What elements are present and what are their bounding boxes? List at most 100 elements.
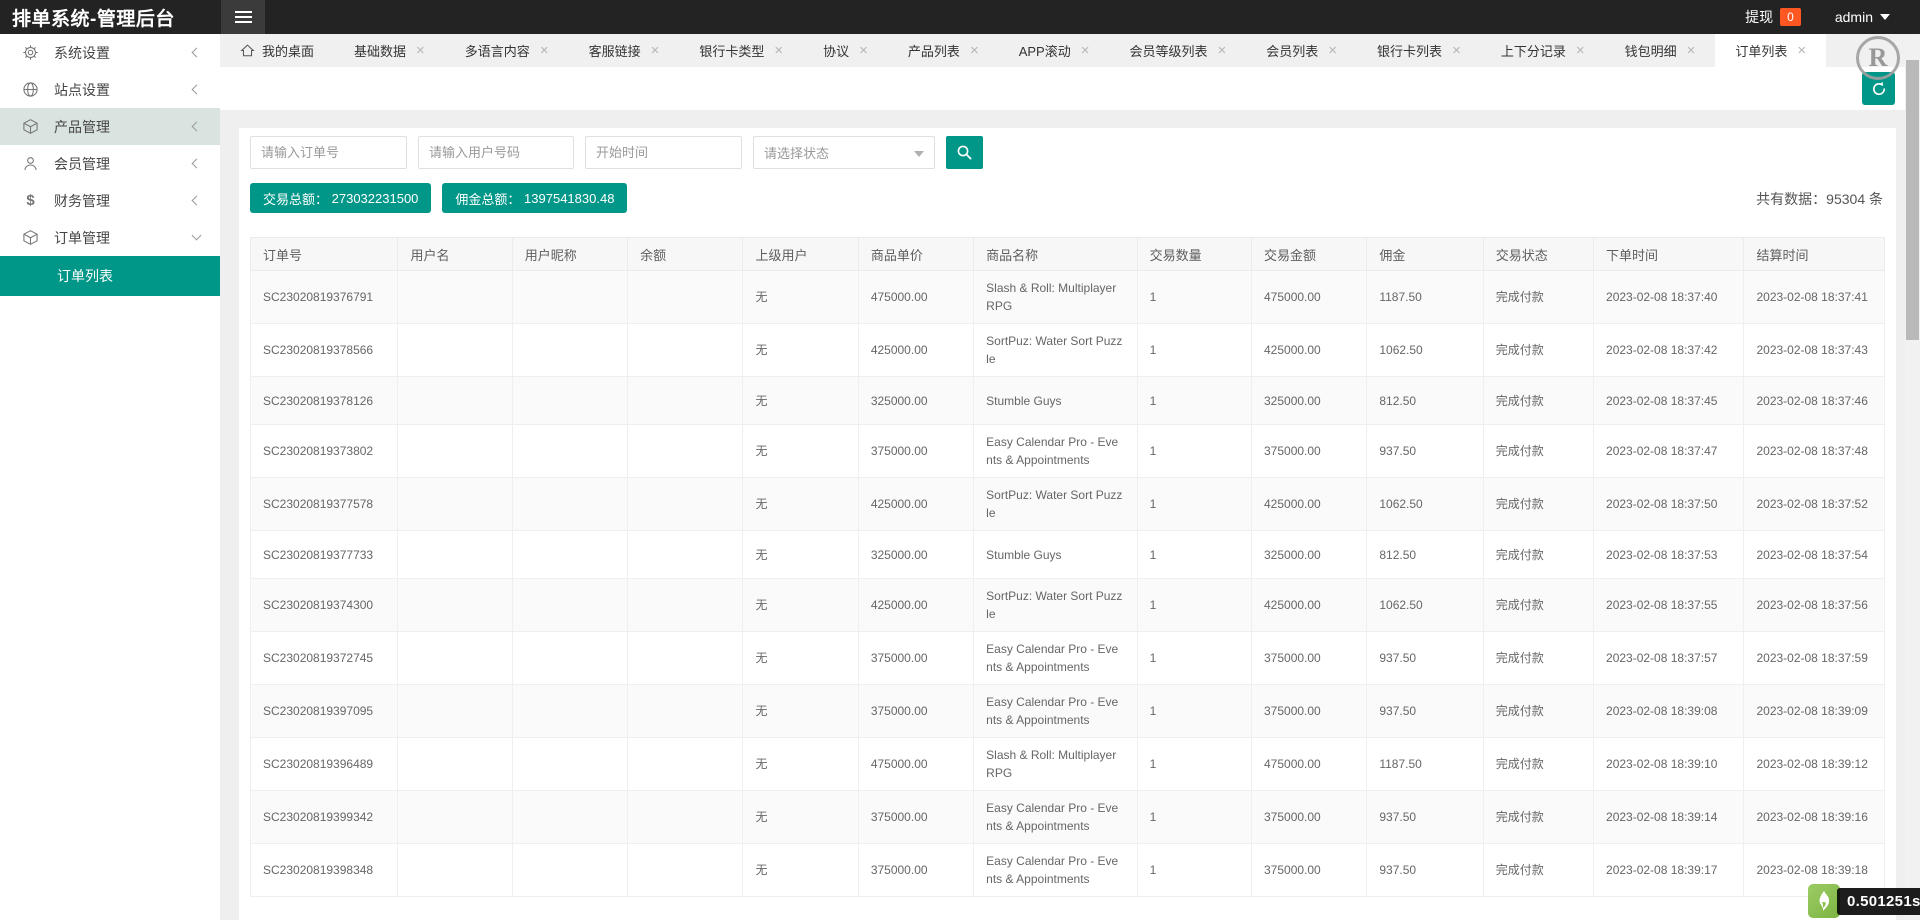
table-cell: SC23020819396489 [249, 737, 399, 791]
table-cell: 完成付款 [1482, 843, 1595, 897]
chevron-left-icon [191, 47, 202, 58]
table-cell [511, 376, 629, 425]
table-cell: 937.50 [1366, 684, 1484, 738]
table-cell: Easy Calendar Pro - Events & Appointment… [973, 631, 1138, 685]
tab-1[interactable]: 基础数据 × [334, 34, 445, 67]
commission-total-label: 佣金总额： [455, 191, 521, 207]
close-icon[interactable]: × [416, 43, 425, 58]
tab-label: 我的桌面 [262, 44, 315, 59]
app-title: 排单系统-管理后台 [12, 8, 175, 30]
table-cell: 完成付款 [1482, 270, 1595, 324]
close-icon[interactable]: × [651, 43, 660, 58]
sidebar-item-label: 产品管理 [54, 118, 110, 135]
scrollbar-thumb[interactable] [1906, 60, 1919, 340]
sidebar-item-5[interactable]: 订单管理 [0, 219, 220, 256]
caret-down-icon [1880, 14, 1890, 20]
tab-12[interactable]: 钱包明细 × [1605, 34, 1716, 67]
table-cell [511, 684, 629, 738]
table-cell: Stumble Guys [973, 376, 1138, 425]
close-icon[interactable]: × [1452, 43, 1461, 58]
sidebar-item-0[interactable]: 系统设置 [0, 34, 220, 71]
table-cell: SC23020819372745 [249, 631, 399, 685]
tab-2[interactable]: 多语言内容 × [445, 34, 569, 67]
close-icon[interactable]: × [1218, 43, 1227, 58]
table-cell: 1 [1136, 323, 1253, 377]
start-time-input[interactable] [585, 136, 742, 169]
tab-0[interactable]: 我的桌面 [220, 34, 334, 67]
tab-label: 多语言内容 [464, 44, 530, 59]
table-cell [627, 530, 744, 579]
table-cell: SC23020819373802 [249, 424, 399, 478]
sidebar-item-4[interactable]: $ 财务管理 [0, 182, 220, 219]
tab-8[interactable]: 会员等级列表 × [1109, 34, 1246, 67]
table-cell: 无 [742, 376, 859, 425]
thinkphp-logo-icon [1808, 884, 1840, 918]
table-cell: 325000.00 [1250, 376, 1368, 425]
table-cell [511, 578, 629, 632]
close-icon[interactable]: × [1797, 43, 1806, 58]
tab-6[interactable]: 产品列表 × [888, 34, 999, 67]
table-row: SC23020819378126 无 325000.00 Stumble Guys 1 3… [249, 376, 1885, 425]
tab-4[interactable]: 银行卡类型 × [679, 34, 803, 67]
tab-11[interactable]: 上下分记录 × [1481, 34, 1605, 67]
table-cell: 1 [1136, 631, 1253, 685]
tab-label: 订单列表 [1735, 44, 1788, 59]
close-icon[interactable]: × [859, 43, 868, 58]
table-cell [397, 530, 513, 579]
search-button[interactable] [946, 136, 983, 169]
tab-7[interactable]: APP滚动 × [999, 34, 1110, 67]
table-cell: 无 [742, 790, 859, 844]
close-icon[interactable]: × [540, 43, 549, 58]
filter-row: 请选择状态 [250, 136, 1885, 169]
scrollbar-track[interactable] [1905, 34, 1920, 920]
table-cell [511, 424, 629, 478]
sidebar-item-label: 站点设置 [54, 81, 110, 98]
close-icon[interactable]: × [970, 43, 979, 58]
table-cell: 1 [1136, 843, 1253, 897]
table-cell: 完成付款 [1482, 323, 1595, 377]
table-cell: 812.50 [1366, 376, 1484, 425]
close-icon[interactable]: × [1081, 43, 1090, 58]
table-cell [397, 376, 513, 425]
withdraw-menu[interactable]: 提现 0 [1745, 7, 1801, 27]
sidebar-item-2[interactable]: 产品管理 [0, 108, 220, 145]
table-cell: Easy Calendar Pro - Events & Appointment… [973, 843, 1138, 897]
table-cell [397, 684, 513, 738]
column-header: 余额 [627, 237, 744, 271]
table-cell: 完成付款 [1482, 530, 1595, 579]
status-select[interactable]: 请选择状态 [753, 136, 935, 169]
order-number-input[interactable] [250, 136, 407, 169]
close-icon[interactable]: × [774, 43, 783, 58]
chevron-down-icon [914, 151, 924, 157]
table-row: SC23020819377733 无 325000.00 Stumble Guys 1 3… [249, 530, 1885, 579]
tab-10[interactable]: 银行卡列表 × [1357, 34, 1481, 67]
sidebar-item-3[interactable]: 会员管理 [0, 145, 220, 182]
close-icon[interactable]: × [1576, 43, 1585, 58]
sidebar-item-1[interactable]: 站点设置 [0, 71, 220, 108]
tab-5[interactable]: 协议 × [803, 34, 888, 67]
table-cell [511, 477, 629, 531]
user-number-input[interactable] [418, 136, 574, 169]
table-row: SC23020819398348 无 375000.00 Easy Calendar … [249, 843, 1885, 897]
orders-table: 订单号 用户名 用户昵称 余额 上级用户 商品单价 商品名称 交易数量 交易金额 佣金 交易状态 下单… [249, 237, 1885, 897]
table-cell: SC23020819399342 [249, 790, 399, 844]
tab-9[interactable]: 会员列表 × [1246, 34, 1357, 67]
tab-3[interactable]: 客服链接 × [569, 34, 680, 67]
hamburger-menu-icon[interactable] [221, 0, 265, 34]
table-cell: 475000.00 [1250, 737, 1368, 791]
admin-username: admin [1834, 9, 1873, 25]
close-icon[interactable]: × [1687, 43, 1696, 58]
close-icon[interactable]: × [1328, 43, 1337, 58]
table-cell: 2023-02-08 18:37:57 [1593, 631, 1745, 685]
tab-label: 协议 [823, 44, 850, 59]
admin-dropdown[interactable]: admin [1835, 9, 1890, 25]
table-cell: 无 [742, 843, 859, 897]
table-cell [397, 477, 513, 531]
sidebar-submenu-order-list[interactable]: 订单列表 [0, 256, 220, 296]
tab-13[interactable]: 订单列表 × [1715, 34, 1827, 67]
table-cell: Slash & Roll: Multiplayer RPG [973, 270, 1138, 324]
table-row: SC23020819376791 无 475000.00 Slash & Roll: … [249, 270, 1885, 324]
table-cell: 475000.00 [857, 737, 975, 791]
table-cell [511, 270, 629, 324]
table-row: SC23020819373802 无 375000.00 Easy Calendar … [249, 424, 1885, 478]
